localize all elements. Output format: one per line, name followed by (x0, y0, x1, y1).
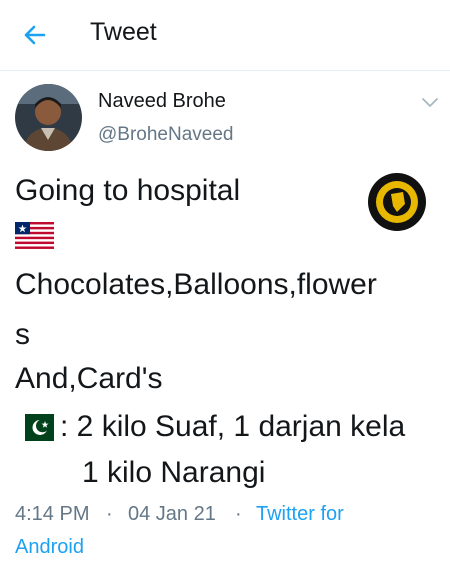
tweet-line-5: : 2 kilo Suaf, 1 darjan kela (60, 410, 406, 443)
arrow-left-icon[interactable] (20, 20, 50, 50)
meta-separator: · (106, 503, 113, 525)
source-link-continued[interactable]: Android (15, 536, 84, 559)
meta-separator: · (235, 503, 242, 525)
source-link[interactable]: Twitter for (256, 503, 344, 526)
tweet-line-4: And,Card's (15, 362, 163, 395)
tweet-time: 4:14 PM (15, 503, 90, 525)
author-name[interactable]: Naveed Brohe (98, 90, 226, 113)
page-title: Tweet (90, 18, 157, 46)
tweet-date: 04 Jan 21 (128, 503, 216, 525)
watermark-logo (368, 173, 426, 231)
avatar[interactable] (15, 84, 82, 151)
pakistan-flag-icon (15, 414, 54, 441)
tweet-line-6: 1 kilo Narangi (82, 456, 266, 489)
tweet-line-2: Chocolates,Balloons,flower (15, 268, 377, 301)
liberia-flag-icon (15, 222, 54, 249)
tweet-line-3: s (15, 318, 30, 351)
top-bar: Tweet (0, 0, 450, 71)
chevron-down-icon[interactable] (419, 92, 441, 112)
author-handle[interactable]: @BroheNaveed (98, 124, 233, 146)
tweet-line-1: Going to hospital (15, 174, 241, 207)
